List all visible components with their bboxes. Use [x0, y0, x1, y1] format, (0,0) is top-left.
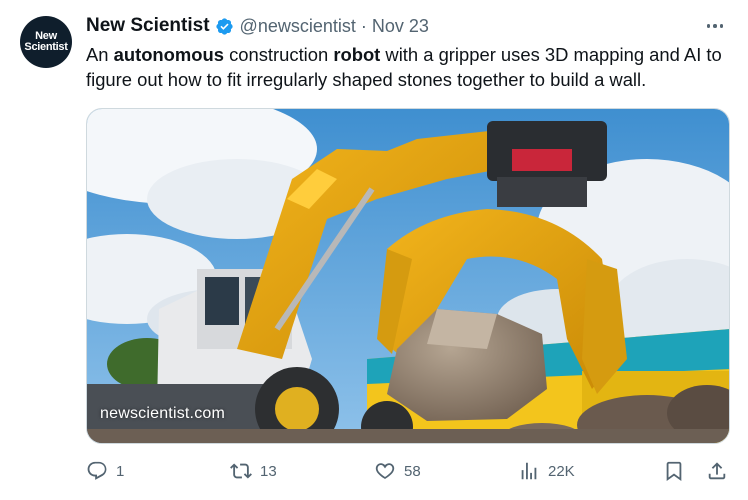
- tweet-date[interactable]: Nov 23: [372, 16, 429, 37]
- retweet-button[interactable]: 13: [230, 456, 277, 486]
- tweet-header: New Scientist @newscientist · Nov 23: [86, 14, 429, 38]
- reply-button[interactable]: 1: [86, 456, 124, 486]
- retweet-count: 13: [260, 462, 277, 480]
- tweet[interactable]: New Scientist New Scientist @newscientis…: [0, 0, 748, 500]
- retweet-icon: [230, 463, 252, 479]
- like-button[interactable]: 58: [374, 456, 421, 486]
- verified-badge-icon: [215, 17, 233, 35]
- media-watermark: newscientist.com: [100, 405, 226, 422]
- author-handle[interactable]: @newscientist: [240, 16, 356, 37]
- views-button[interactable]: 22K: [518, 456, 575, 486]
- tweet-text-part: An: [86, 44, 114, 65]
- share-button[interactable]: [706, 456, 728, 486]
- reply-count: 1: [116, 462, 125, 480]
- views-count: 22K: [548, 462, 575, 480]
- views-icon: [521, 462, 537, 480]
- tweet-text-part: construction: [223, 44, 334, 65]
- like-count: 58: [404, 462, 421, 480]
- bookmark-icon: [666, 461, 682, 482]
- tweet-text: An autonomous construction robot with a …: [86, 42, 736, 92]
- avatar[interactable]: New Scientist: [20, 16, 72, 68]
- robot-excavator-photo: [87, 109, 729, 443]
- share-icon: [708, 462, 726, 480]
- tweet-text-bold: autonomous: [113, 44, 224, 65]
- reply-icon: [87, 461, 107, 480]
- bookmark-button[interactable]: [663, 456, 685, 486]
- avatar-text-line2: Scientist: [24, 41, 68, 53]
- tweet-actions: 1 13 58 22K: [86, 456, 730, 486]
- author-name[interactable]: New Scientist: [86, 15, 210, 37]
- tweet-media-image[interactable]: newscientist.com: [86, 108, 730, 444]
- more-icon[interactable]: [700, 14, 730, 38]
- like-icon: [375, 463, 395, 479]
- tweet-text-bold: robot: [333, 44, 381, 65]
- header-separator: ·: [360, 15, 367, 36]
